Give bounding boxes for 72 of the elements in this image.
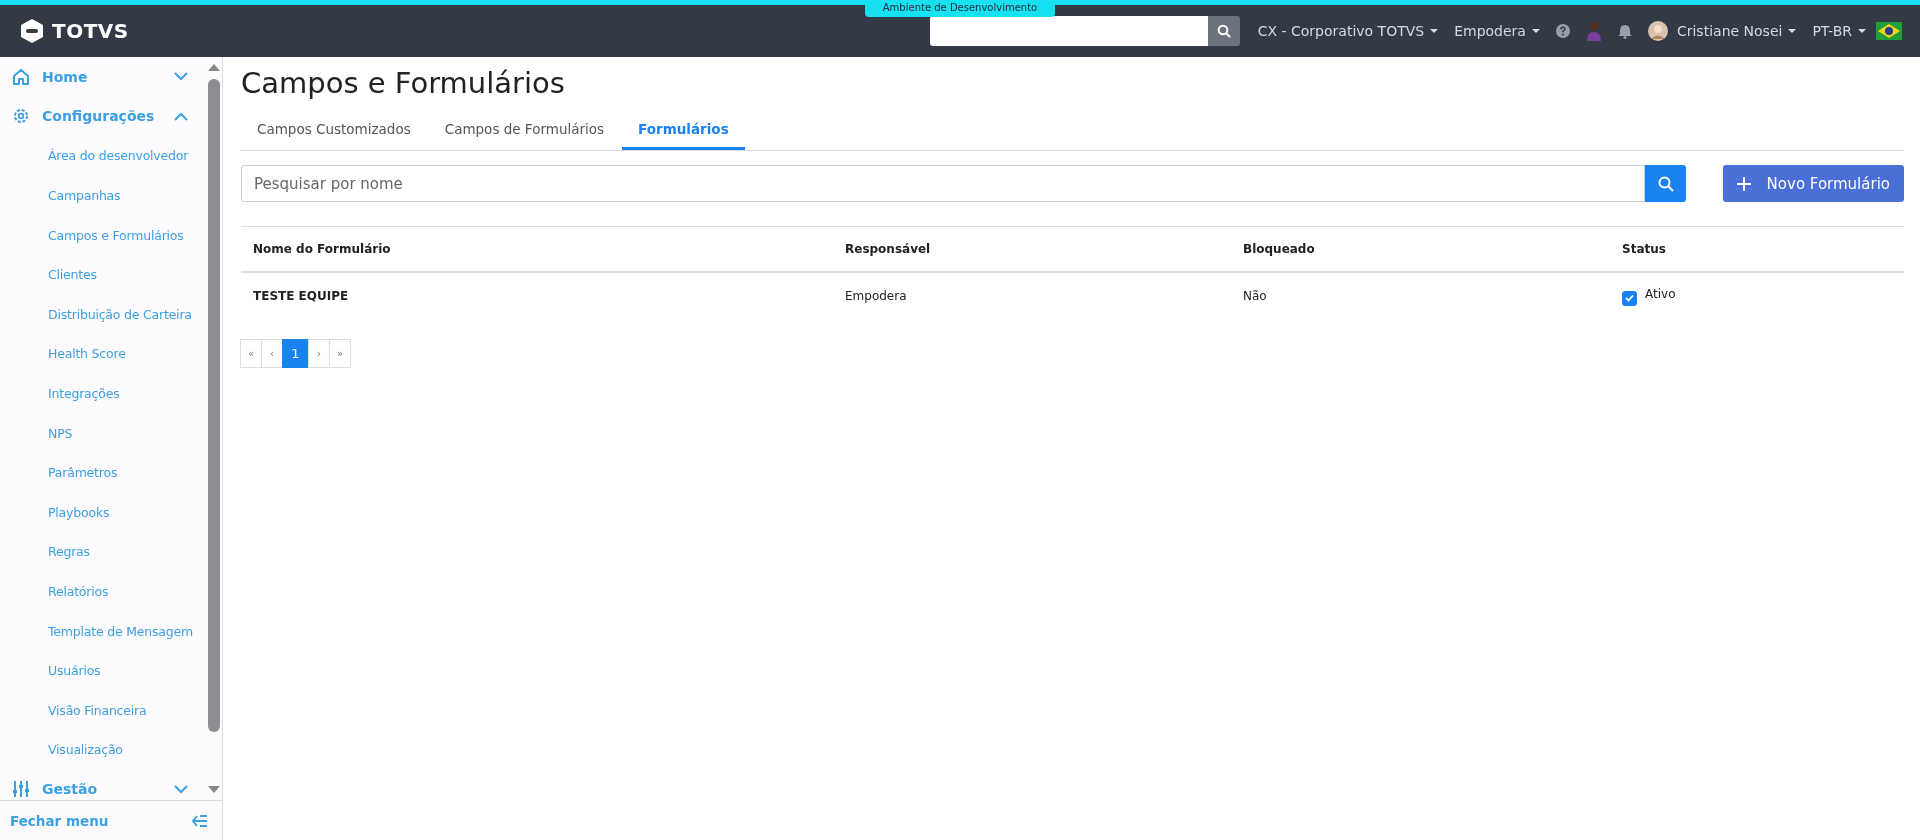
close-menu-link[interactable]: Fechar menu: [0, 800, 222, 840]
page-title: Campos e Formulários: [241, 65, 566, 101]
sidebar-link[interactable]: Health Score: [0, 334, 206, 374]
table-cell: TESTE EQUIPE: [253, 289, 349, 303]
chevron-down-icon[interactable]: [174, 785, 188, 794]
search-button[interactable]: [1207, 16, 1240, 46]
environment-badge: Ambiente de Desenvolvimento: [865, 0, 1055, 17]
sidebar-label: Gestão: [42, 781, 99, 798]
column-header: Bloqueado: [1243, 242, 1315, 256]
column-header: Nome do Formulário: [253, 242, 391, 256]
language-menu[interactable]: PT-BR: [1812, 23, 1866, 39]
pagination-button[interactable]: »: [329, 339, 351, 368]
search-icon: [1657, 175, 1674, 192]
pagination-button[interactable]: «: [240, 339, 262, 368]
person-icon[interactable]: [1585, 20, 1602, 42]
dropdown-menu[interactable]: CX - Corporativo TOTVS: [1257, 23, 1439, 39]
sidebar-link[interactable]: Regras: [0, 532, 206, 572]
dropdown-menu[interactable]: Empodera: [1454, 23, 1540, 39]
sidebar-item[interactable]: Gestão: [0, 769, 206, 800]
sidebar-link[interactable]: Clientes: [0, 254, 206, 295]
sidebar-label: Home: [42, 68, 89, 85]
pagination-button[interactable]: 1: [282, 339, 309, 368]
sliders-icon: [12, 780, 30, 799]
bell-icon[interactable]: [1617, 23, 1632, 39]
sidebar-link[interactable]: Campanhas: [0, 175, 206, 216]
settings-icon: [12, 107, 30, 126]
collapse-icon: [192, 814, 208, 827]
sidebar-link[interactable]: Distribuição de Carteira: [0, 294, 206, 335]
sidebar-link[interactable]: Integrações: [0, 373, 206, 414]
search-button[interactable]: [1645, 165, 1686, 202]
sidebar-link[interactable]: Campos e Formulários: [0, 215, 206, 255]
sidebar-link[interactable]: Visão Financeira: [0, 690, 206, 731]
flag-icon[interactable]: [1876, 22, 1902, 40]
new-form-button[interactable]: Novo Formulário: [1722, 165, 1904, 202]
sidebar-link[interactable]: Template de Mensagem: [0, 611, 206, 651]
check-icon: [1625, 294, 1634, 302]
checkbox[interactable]: [1622, 290, 1637, 306]
pagination-button[interactable]: ‹: [261, 339, 283, 368]
sidebar-link[interactable]: Parâmetros: [0, 452, 206, 493]
home-icon: [12, 67, 30, 86]
user-menu[interactable]: Cristiane Nosei: [1647, 21, 1797, 41]
sidebar-item[interactable]: Home: [0, 57, 206, 97]
scroll-down-icon[interactable]: [208, 786, 220, 794]
logo-text: TOTVS: [52, 19, 129, 43]
tab[interactable]: Campos de Formulários: [428, 113, 621, 150]
column-header: Status: [1622, 242, 1666, 256]
search-field[interactable]: Pesquisar por nome: [241, 165, 1645, 202]
table-cell: Empodera: [845, 289, 907, 303]
sidebar-link[interactable]: Usuários: [0, 650, 206, 691]
chevron-down-icon[interactable]: [174, 72, 188, 82]
pagination-button[interactable]: ›: [308, 339, 330, 368]
sidebar-item[interactable]: Configurações: [0, 96, 206, 137]
search-icon: [1216, 24, 1231, 38]
sidebar-link[interactable]: Relatórios: [0, 571, 206, 612]
logo-icon: [20, 18, 44, 44]
scrollbar-thumb[interactable]: [208, 79, 220, 732]
avatar-icon: [1647, 21, 1668, 41]
table-cell: Não: [1243, 289, 1267, 303]
sidebar-link[interactable]: NPS: [0, 413, 206, 453]
column-header: Responsável: [845, 242, 931, 256]
tab[interactable]: Campos Customizados: [241, 113, 427, 150]
scroll-up-icon[interactable]: [208, 63, 220, 71]
sidebar-link[interactable]: Visualização: [0, 730, 206, 770]
status-label: Ativo: [1645, 286, 1676, 301]
chevron-up-icon[interactable]: [174, 111, 188, 121]
search-field[interactable]: [929, 16, 1208, 46]
help-icon[interactable]: [1555, 24, 1570, 38]
tab[interactable]: Formulários: [622, 113, 745, 150]
sidebar-link[interactable]: Playbooks: [0, 492, 206, 533]
sidebar-link[interactable]: Área do desenvolvedor: [0, 136, 206, 176]
sidebar-label: Configurações: [42, 108, 156, 125]
plus-icon: [1736, 176, 1751, 191]
